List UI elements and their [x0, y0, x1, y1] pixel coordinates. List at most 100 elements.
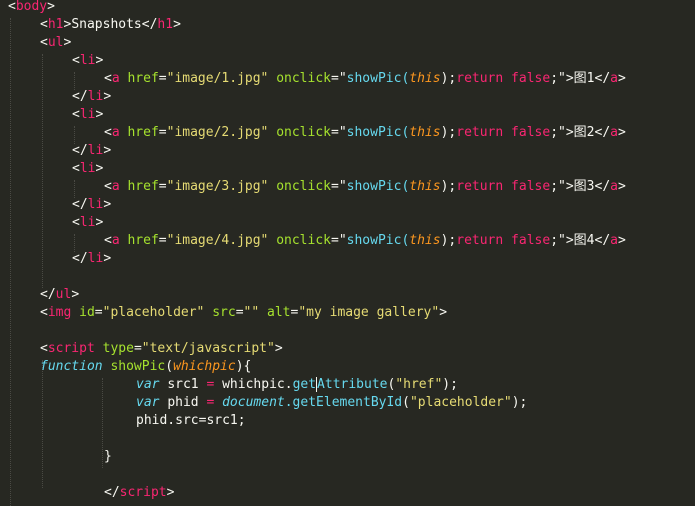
this-keyword: this [409, 71, 441, 86]
function-name: showPic [110, 359, 166, 374]
false-keyword: false [511, 71, 551, 86]
tag-name: ul [47, 35, 64, 50]
function-call: showPic( [346, 233, 410, 248]
attr-name: href [127, 125, 159, 140]
return-keyword: return [456, 179, 504, 194]
attr-name: href [127, 71, 159, 86]
return-keyword: return [456, 233, 504, 248]
code-line[interactable]: </li> [72, 250, 695, 268]
tag-name: a [610, 125, 618, 140]
return-keyword: return [456, 71, 504, 86]
code-line[interactable]: phid.src=src1; [136, 412, 695, 430]
method-name: get [292, 377, 317, 392]
tag-name: li [79, 215, 96, 230]
false-keyword: false [511, 179, 551, 194]
tag-name: a [610, 233, 618, 248]
tag-name: li [87, 143, 104, 158]
code-line[interactable]: <li> [72, 214, 695, 232]
function-call: showPic( [346, 71, 410, 86]
attr-value: "my image gallery" [298, 305, 440, 320]
indent-guide [42, 54, 43, 288]
attr-value: "image/4.jpg" [166, 233, 269, 248]
attr-name: onclick [276, 125, 331, 140]
this-keyword: this [409, 125, 441, 140]
attr-value: "" [243, 305, 260, 320]
tag-name: a [111, 125, 120, 140]
indent-guide [102, 378, 103, 468]
code-line[interactable]: <a href="image/3.jpg" onclick="showPic(t… [104, 178, 695, 196]
tag-name: a [111, 233, 120, 248]
false-keyword: false [511, 125, 551, 140]
attr-value: "text/javascript" [141, 341, 275, 356]
tag-name: a [111, 179, 120, 194]
attr-name: onclick [276, 179, 331, 194]
code-line[interactable]: <body> [8, 0, 695, 16]
link-text: 图2 [573, 125, 595, 140]
this-keyword: this [409, 233, 441, 248]
close-brace: } [104, 449, 112, 464]
link-text: 图3 [573, 179, 595, 194]
return-keyword: return [456, 125, 504, 140]
link-text: 图4 [573, 233, 595, 248]
function-call: showPic( [346, 179, 410, 194]
tag-name: ul [55, 287, 72, 302]
var-keyword: var [136, 395, 160, 410]
link-text: 图1 [573, 71, 595, 86]
var-keyword: var [136, 377, 160, 392]
attr-name: type [102, 341, 134, 356]
attr-value: "image/3.jpg" [166, 179, 269, 194]
code-line[interactable]: </li> [72, 88, 695, 106]
tag-name: a [610, 179, 618, 194]
code-line[interactable]: <a href="image/4.jpg" onclick="showPic(t… [104, 232, 695, 250]
string-literal: "href" [395, 377, 443, 392]
attr-name: id [79, 305, 95, 320]
tag-name: h1 [157, 17, 174, 32]
attr-name: href [127, 233, 159, 248]
function-call: showPic( [346, 125, 410, 140]
code-line[interactable]: <li> [72, 160, 695, 178]
code-line[interactable]: var phid = document.getElementById("plac… [136, 394, 695, 412]
tag-name: img [47, 305, 72, 320]
indent-guide [10, 18, 11, 506]
code-line[interactable]: </script> [104, 484, 695, 502]
code-line[interactable]: <img id="placeholder" src="" alt="my ima… [40, 304, 695, 322]
tag-name: body [15, 0, 48, 14]
tag-name: a [111, 71, 120, 86]
statement: phid.src=src1; [136, 413, 246, 428]
code-line[interactable]: </ul> [40, 286, 695, 304]
attr-name: onclick [276, 71, 331, 86]
document-object: document [222, 395, 285, 410]
attr-value: "placeholder" [102, 305, 205, 320]
string-literal: "placeholder" [409, 395, 512, 410]
tag-name: a [610, 71, 618, 86]
code-line[interactable]: <li> [72, 52, 695, 70]
code-line[interactable]: </li> [72, 196, 695, 214]
code-line[interactable]: } [104, 448, 695, 466]
code-line[interactable]: <a href="image/1.jpg" onclick="showPic(t… [104, 70, 695, 88]
code-line[interactable]: function showPic(whichpic){ [40, 358, 695, 376]
tag-name: script [119, 485, 167, 500]
tag-name: script [47, 341, 95, 356]
code-line[interactable]: var src1 = whichpic.getAttribute("href")… [136, 376, 695, 394]
function-keyword: function [40, 359, 103, 374]
code-line[interactable]: <a href="image/2.jpg" onclick="showPic(t… [104, 124, 695, 142]
attr-name: alt [267, 305, 291, 320]
code-line[interactable]: </li> [72, 142, 695, 160]
heading-text: Snapshots [71, 17, 142, 32]
variable-name: src1 [167, 377, 199, 392]
tag-name: li [79, 53, 96, 68]
attr-value: "image/1.jpg" [166, 71, 269, 86]
variable-name: phid [167, 395, 199, 410]
code-line[interactable]: <script type="text/javascript"> [40, 340, 695, 358]
this-keyword: this [409, 179, 441, 194]
tag-name: li [87, 89, 104, 104]
code-line[interactable]: <h1>Snapshots</h1> [40, 16, 695, 34]
false-keyword: false [511, 233, 551, 248]
attr-name: href [127, 179, 159, 194]
tag-name: li [79, 107, 96, 122]
code-line[interactable]: <ul> [40, 34, 695, 52]
code-editor[interactable]: <body> <h1>Snapshots</h1> <ul> <li> <a h… [0, 0, 695, 506]
code-line[interactable]: <li> [72, 106, 695, 124]
method-name: .getElementById [284, 395, 403, 410]
indent-guide [42, 360, 43, 488]
